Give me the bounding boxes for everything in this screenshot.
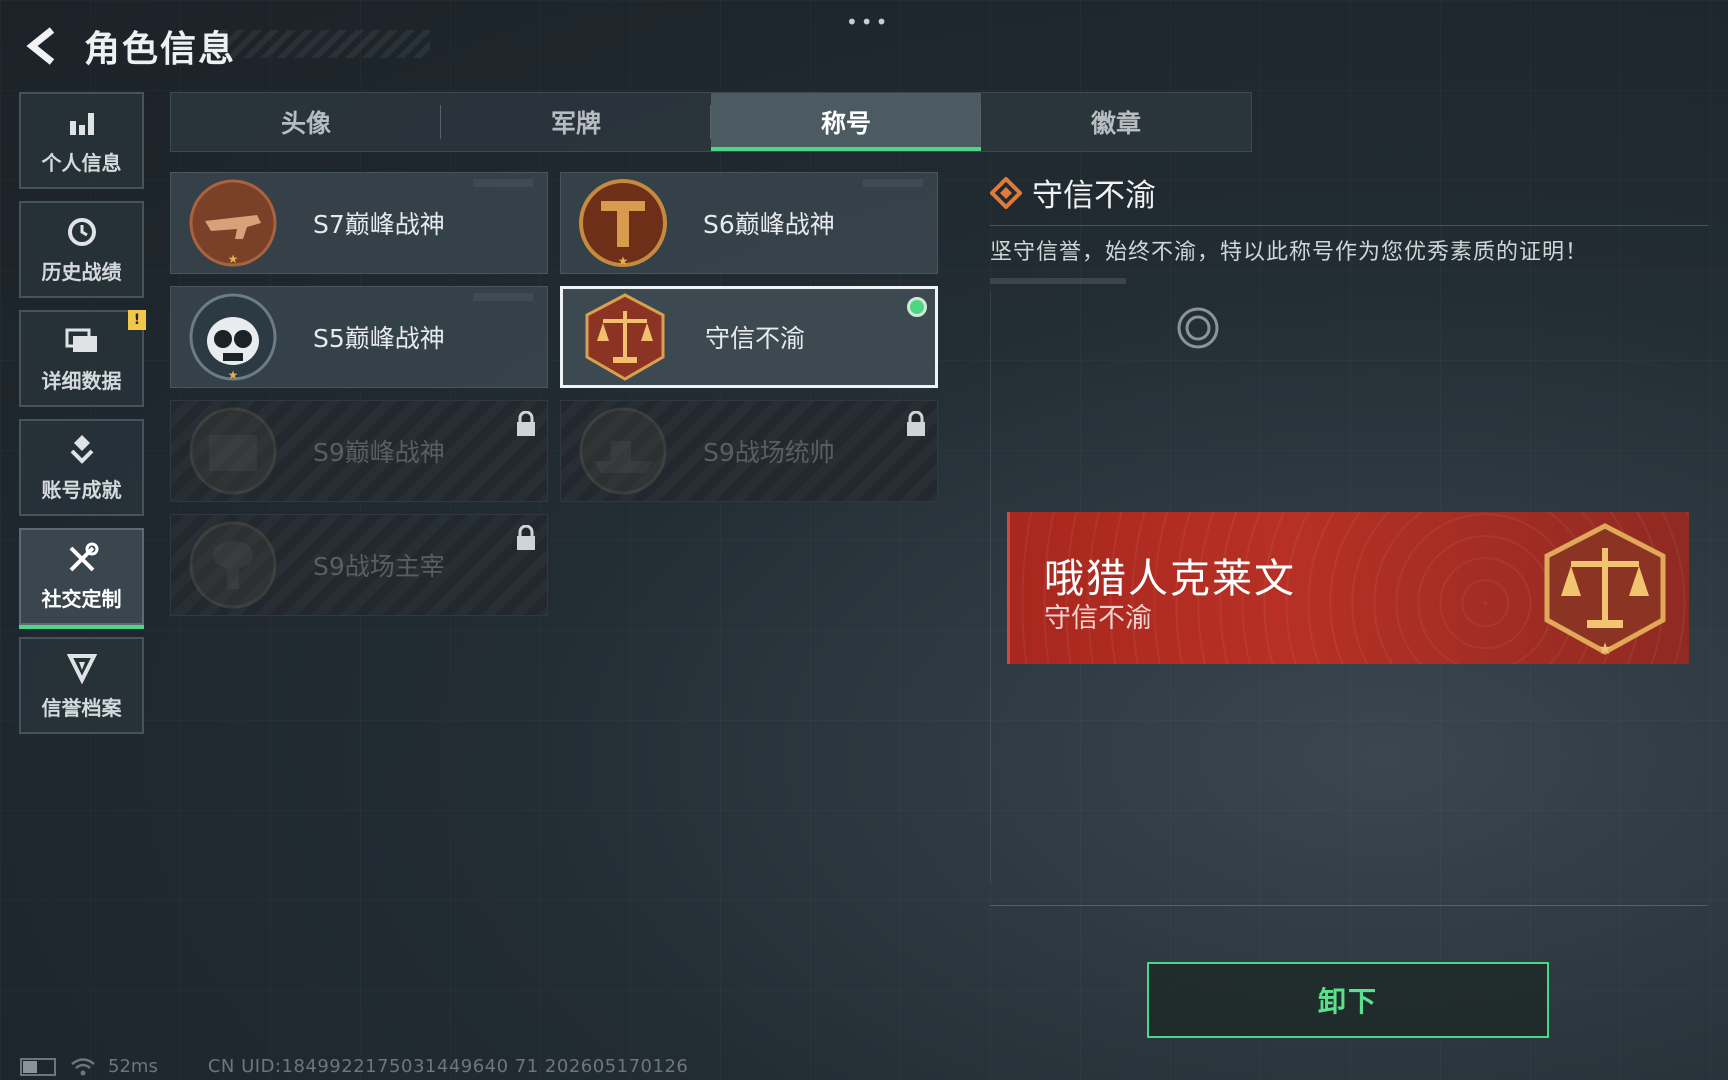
battery-icon xyxy=(20,1057,56,1076)
reputation-icon xyxy=(64,650,100,686)
title-card-label: S7巅峰战神 xyxy=(313,210,445,239)
status-bar: 52ms CN UID:1849922175031449640 71 20260… xyxy=(20,1056,688,1077)
tools-icon xyxy=(64,541,100,577)
title-card-label: S5巅峰战神 xyxy=(313,324,445,353)
sidebar-item-personal-info[interactable]: 个人信息 xyxy=(19,92,144,189)
unequip-label: 卸下 xyxy=(1317,985,1378,1018)
header-decoration xyxy=(220,30,430,58)
title-card-label: S9战场统帅 xyxy=(703,438,835,467)
sidebar-item-label: 历史战绩 xyxy=(41,260,122,284)
svg-text:★: ★ xyxy=(618,254,629,268)
svg-text:★: ★ xyxy=(228,252,239,266)
tab-title[interactable]: 称号 xyxy=(711,93,981,151)
unequip-button[interactable]: 卸下 xyxy=(1147,962,1549,1038)
title-card-label: S6巅峰战神 xyxy=(703,210,835,239)
title-card-s7[interactable]: ★ S7巅峰战神 xyxy=(170,172,548,274)
back-arrow-icon xyxy=(26,27,55,65)
detail-decoration xyxy=(990,278,1126,284)
title-card-shou-xin-bu-yu[interactable]: 守信不渝 xyxy=(560,286,938,388)
tab-badge[interactable]: 徽章 xyxy=(981,93,1251,151)
target-icon[interactable] xyxy=(1175,305,1221,351)
title-preview-banner: 哦猎人克莱文 守信不渝 ★ xyxy=(1007,512,1689,664)
more-menu-button[interactable]: ••• xyxy=(846,10,890,34)
s6-emblem-icon: ★ xyxy=(579,179,667,268)
title-card-s6[interactable]: ★ S6巅峰战神 xyxy=(560,172,938,274)
s5-skull-emblem-icon: ★ xyxy=(189,293,277,382)
header: 角色信息 xyxy=(20,18,236,74)
back-button[interactable] xyxy=(20,24,64,68)
sidebar-item-label: 社交定制 xyxy=(41,587,122,611)
banner-title: 守信不渝 xyxy=(1044,603,1152,634)
title-card-label: 守信不渝 xyxy=(705,324,806,353)
sidebar: 个人信息 历史战绩 ! 详细数据 账号成就 社交定制 信誉档案 xyxy=(19,92,146,746)
detail-description: 坚守信誉，始终不渝，特以此称号作为您优秀素质的证明！ xyxy=(990,240,1589,265)
sidebar-item-label: 个人信息 xyxy=(41,151,122,175)
sidebar-item-label: 账号成就 xyxy=(41,478,122,502)
title-detail-panel: 守信不渝 坚守信誉，始终不渝，特以此称号作为您优秀素质的证明！ xyxy=(990,170,1708,284)
history-icon xyxy=(64,214,100,250)
sidebar-item-label: 信誉档案 xyxy=(41,696,122,720)
sidebar-item-details[interactable]: ! 详细数据 xyxy=(19,310,146,407)
tab-avatar[interactable]: 头像 xyxy=(171,93,441,151)
lock-icon xyxy=(907,411,925,436)
sidebar-item-achievements[interactable]: 账号成就 xyxy=(19,419,144,516)
lock-icon xyxy=(517,525,535,550)
title-card-label: S9巅峰战神 xyxy=(313,438,445,467)
wifi-icon xyxy=(71,1057,95,1075)
page-title: 角色信息 xyxy=(84,29,237,70)
category-tabs: 头像 军牌 称号 徽章 xyxy=(170,92,1252,152)
lock-icon xyxy=(517,411,535,436)
diamond-marker-icon xyxy=(990,176,1022,209)
card-decoration xyxy=(863,179,923,187)
title-card-s5[interactable]: ★ S5巅峰战神 xyxy=(170,286,548,388)
divider xyxy=(990,905,1708,906)
title-card-label: S9战场主宰 xyxy=(313,552,445,581)
title-list: ★ S7巅峰战神 ★ S6巅峰战神 ★ S5巅峰战神 守信不渝 S9巅峰战神 S… xyxy=(170,172,940,616)
detail-header: 守信不渝 xyxy=(990,170,1708,215)
sidebar-item-reputation[interactable]: 信誉档案 xyxy=(19,637,144,734)
tab-dog-tag[interactable]: 军牌 xyxy=(441,93,711,151)
folder-icon xyxy=(64,323,100,359)
bar-chart-icon xyxy=(64,105,100,141)
svg-text:★: ★ xyxy=(228,368,239,382)
equipped-indicator xyxy=(907,297,927,317)
ping-value: 52ms xyxy=(108,1056,158,1077)
svg-text:★: ★ xyxy=(1598,639,1612,658)
sidebar-item-label: 详细数据 xyxy=(41,369,122,393)
user-uid: CN UID:1849922175031449640 71 2026051701… xyxy=(207,1056,689,1077)
divider xyxy=(990,225,1708,226)
card-decoration xyxy=(473,179,533,187)
scales-emblem-icon xyxy=(585,293,665,381)
warning-badge: ! xyxy=(128,310,146,330)
title-card-s9-peak[interactable]: S9巅峰战神 xyxy=(170,400,548,502)
achievement-icon xyxy=(64,432,100,468)
scales-emblem-icon: ★ xyxy=(1544,523,1666,658)
s9-dominator-emblem-icon xyxy=(189,521,277,609)
title-card-s9-dominator[interactable]: S9战场主宰 xyxy=(170,514,548,616)
s9-commander-emblem-icon xyxy=(579,407,667,495)
card-decoration xyxy=(473,293,533,301)
detail-title: 守信不渝 xyxy=(1032,178,1156,214)
sidebar-item-social-custom[interactable]: 社交定制 xyxy=(19,528,144,629)
s9-peak-emblem-icon xyxy=(189,407,277,495)
s7-emblem-icon: ★ xyxy=(189,179,277,267)
sidebar-item-history[interactable]: 历史战绩 xyxy=(19,201,144,298)
title-card-s9-commander[interactable]: S9战场统帅 xyxy=(560,400,938,502)
